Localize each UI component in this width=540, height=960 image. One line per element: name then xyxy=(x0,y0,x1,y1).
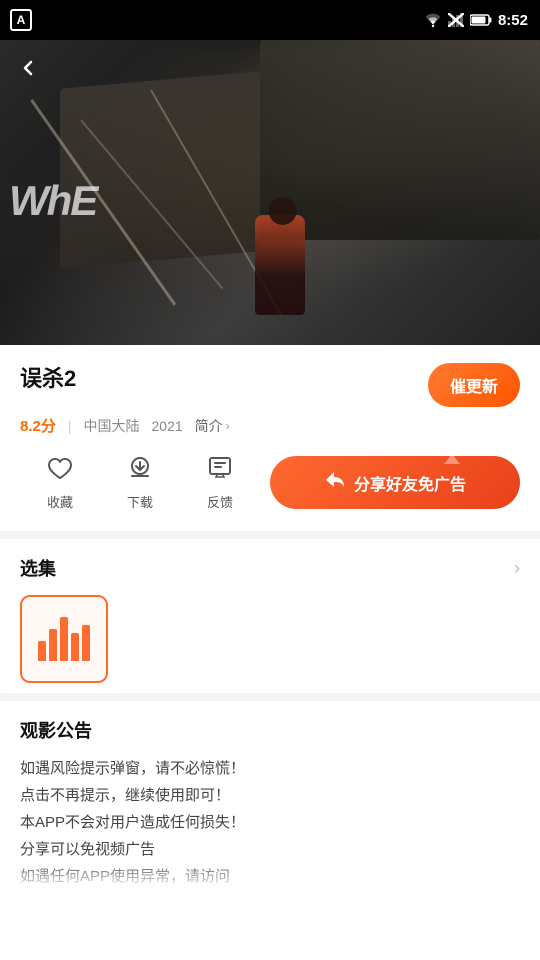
time-display: 8:52 xyxy=(498,12,528,29)
status-right: 8:52 xyxy=(424,12,528,29)
share-ad-label: 分享好友免广告 xyxy=(354,471,466,495)
signal-icon xyxy=(448,13,464,27)
section-divider xyxy=(0,531,540,539)
feedback-icon xyxy=(206,454,234,486)
collect-label: 收藏 xyxy=(47,492,73,511)
wifi-icon xyxy=(424,13,442,27)
movie-title: 误杀2 xyxy=(20,361,76,393)
bar-element xyxy=(60,617,68,661)
share-icon xyxy=(324,470,346,495)
title-row: 误杀2 催更新 xyxy=(20,361,520,407)
download-label: 下载 xyxy=(127,492,153,511)
bars-visualization xyxy=(38,617,90,661)
intro-button[interactable]: 简介 › xyxy=(195,416,230,436)
heart-icon xyxy=(46,454,74,486)
movie-year: 2021 xyxy=(152,418,183,434)
selection-title: 选集 xyxy=(20,555,56,581)
urge-update-button[interactable]: 催更新 xyxy=(428,363,520,407)
bar-element xyxy=(49,629,57,661)
chevron-right-icon: › xyxy=(226,419,230,433)
feedback-label: 反馈 xyxy=(207,492,233,511)
selection-section: 选集 › xyxy=(20,539,520,693)
bar-element xyxy=(82,625,90,661)
selection-more-icon[interactable]: › xyxy=(514,558,520,579)
notice-text: 如遇风险提示弹窗，请不必惊慌！点击不再提示，继续使用即可！本APP不会对用户造成… xyxy=(20,755,520,890)
video-player[interactable]: WhE xyxy=(0,40,540,345)
battery-icon xyxy=(470,14,492,26)
video-frame: WhE xyxy=(0,40,540,345)
notice-section: 观影公告 如遇风险提示弹窗，请不必惊慌！点击不再提示，继续使用即可！本APP不会… xyxy=(20,701,520,900)
movie-region: 中国大陆 xyxy=(84,416,140,436)
selection-header: 选集 › xyxy=(20,555,520,581)
app-icon: A xyxy=(10,9,32,31)
bar-element xyxy=(38,641,46,661)
action-row: 收藏 下载 xyxy=(20,454,520,511)
status-left: A xyxy=(10,9,32,31)
download-icon xyxy=(126,454,154,486)
collect-button[interactable]: 收藏 xyxy=(20,454,100,511)
back-button[interactable] xyxy=(10,50,46,86)
share-ad-button[interactable]: 分享好友免广告 xyxy=(270,456,520,509)
episode-thumbnail[interactable] xyxy=(20,595,108,683)
download-button[interactable]: 下载 xyxy=(100,454,180,511)
section-divider-2 xyxy=(0,693,540,701)
meta-row: 8.2分 | 中国大陆 2021 简介 › xyxy=(20,415,520,436)
feedback-button[interactable]: 反馈 xyxy=(180,454,260,511)
movie-score: 8.2分 xyxy=(20,415,56,436)
whe-watermark: WhE xyxy=(9,177,96,225)
bar-element xyxy=(71,633,79,661)
status-bar: A 8:52 xyxy=(0,0,540,40)
notice-title: 观影公告 xyxy=(20,717,520,743)
content-area: 误杀2 催更新 8.2分 | 中国大陆 2021 简介 › 收藏 xyxy=(0,345,540,900)
